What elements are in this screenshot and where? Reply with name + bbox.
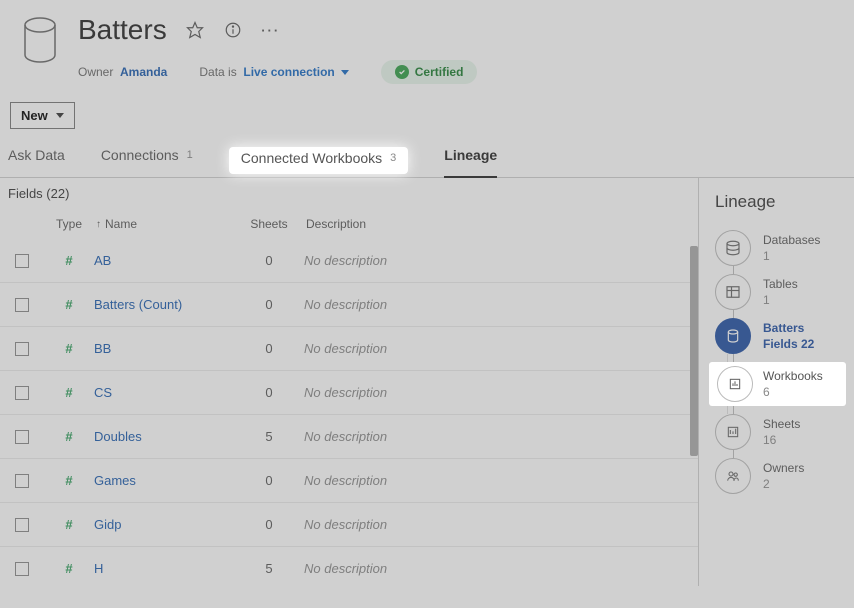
lineage-sheets[interactable]: Sheets16 [715, 414, 846, 450]
field-sheets: 0 [234, 385, 304, 400]
scrollbar-thumb[interactable] [690, 246, 698, 456]
field-type: # [44, 341, 94, 356]
table-row: #Doubles5No description [0, 415, 698, 459]
field-name-link[interactable]: Games [94, 473, 234, 488]
field-description: No description [304, 429, 698, 444]
field-type: # [44, 297, 94, 312]
owner-info: Owner Amanda [78, 65, 167, 79]
table-row: #Games0No description [0, 459, 698, 503]
field-sheets: 5 [234, 561, 304, 576]
field-description: No description [304, 253, 698, 268]
field-name-link[interactable]: BB [94, 341, 234, 356]
table-header: Type ↑Name Sheets Description [0, 209, 698, 239]
more-actions-icon[interactable]: ··· [261, 20, 281, 40]
sort-asc-icon: ↑ [96, 219, 101, 230]
field-type: # [44, 253, 94, 268]
table-icon [715, 274, 751, 310]
page-title: Batters [78, 14, 167, 46]
workbook-icon [717, 366, 753, 402]
live-connection-dropdown[interactable]: Live connection [243, 65, 348, 79]
field-description: No description [304, 473, 698, 488]
field-type: # [44, 561, 94, 576]
column-type[interactable]: Type [44, 213, 94, 235]
field-name-link[interactable]: Doubles [94, 429, 234, 444]
column-description[interactable]: Description [304, 213, 698, 235]
field-description: No description [304, 561, 698, 576]
lineage-owners[interactable]: Owners2 [715, 458, 846, 494]
favorite-star-icon[interactable] [185, 20, 205, 40]
field-type: # [44, 429, 94, 444]
field-sheets: 0 [234, 517, 304, 532]
field-description: No description [304, 297, 698, 312]
row-checkbox[interactable] [15, 430, 29, 444]
tab-ask-data[interactable]: Ask Data [8, 147, 65, 171]
data-connection-info: Data is Live connection [199, 65, 348, 79]
row-checkbox[interactable] [15, 518, 29, 532]
field-sheets: 0 [234, 297, 304, 312]
lineage-pane: Lineage Databases1 Tables1 BattersFields… [698, 178, 854, 586]
fields-table-body: #AB0No description#Batters (Count)0No de… [0, 239, 698, 586]
sheet-icon [715, 414, 751, 450]
table-row: #Gidp0No description [0, 503, 698, 547]
tabs: Ask Data Connections1 Connected Workbook… [0, 147, 854, 178]
owner-link[interactable]: Amanda [120, 65, 167, 79]
tab-connections[interactable]: Connections1 [101, 147, 193, 171]
check-icon [395, 65, 409, 79]
chevron-down-icon [56, 113, 64, 118]
field-type: # [44, 473, 94, 488]
toolbar: New [0, 84, 854, 147]
field-sheets: 0 [234, 473, 304, 488]
field-name-link[interactable]: H [94, 561, 234, 576]
field-description: No description [304, 517, 698, 532]
row-checkbox[interactable] [15, 298, 29, 312]
field-description: No description [304, 341, 698, 356]
field-sheets: 0 [234, 253, 304, 268]
fields-pane: Fields (22) Type ↑Name Sheets Descriptio… [0, 178, 698, 586]
row-checkbox[interactable] [15, 474, 29, 488]
datasource-icon [715, 318, 751, 354]
chevron-down-icon [341, 70, 349, 75]
info-icon[interactable] [223, 20, 243, 40]
fields-count: Fields (22) [0, 178, 698, 209]
tab-lineage[interactable]: Lineage [444, 147, 497, 171]
table-row: #CS0No description [0, 371, 698, 415]
scrollbar[interactable] [690, 246, 698, 566]
field-name-link[interactable]: Batters (Count) [94, 297, 234, 312]
page-header: Batters ··· Owner Amanda Data is Live co… [0, 0, 854, 84]
new-button[interactable]: New [10, 102, 75, 129]
column-name[interactable]: ↑Name [94, 213, 234, 235]
lineage-current-source[interactable]: BattersFields 22 [715, 318, 846, 354]
lineage-title: Lineage [715, 192, 846, 212]
field-name-link[interactable]: AB [94, 253, 234, 268]
database-icon [20, 16, 60, 64]
field-name-link[interactable]: CS [94, 385, 234, 400]
table-row: #AB0No description [0, 239, 698, 283]
owners-icon [715, 458, 751, 494]
database-icon [715, 230, 751, 266]
row-checkbox[interactable] [15, 342, 29, 356]
field-type: # [44, 517, 94, 532]
row-checkbox[interactable] [15, 254, 29, 268]
table-row: #H5No description [0, 547, 698, 586]
table-row: #BB0No description [0, 327, 698, 371]
certified-badge: Certified [381, 60, 478, 84]
field-description: No description [304, 385, 698, 400]
table-row: #Batters (Count)0No description [0, 283, 698, 327]
lineage-tables[interactable]: Tables1 [715, 274, 846, 310]
field-sheets: 0 [234, 341, 304, 356]
lineage-databases[interactable]: Databases1 [715, 230, 846, 266]
field-sheets: 5 [234, 429, 304, 444]
field-name-link[interactable]: Gidp [94, 517, 234, 532]
field-type: # [44, 385, 94, 400]
column-sheets[interactable]: Sheets [234, 213, 304, 235]
lineage-workbooks[interactable]: Workbooks6 [709, 362, 846, 406]
row-checkbox[interactable] [15, 386, 29, 400]
tab-connected-workbooks[interactable]: Connected Workbooks3 [229, 147, 409, 174]
row-checkbox[interactable] [15, 562, 29, 576]
